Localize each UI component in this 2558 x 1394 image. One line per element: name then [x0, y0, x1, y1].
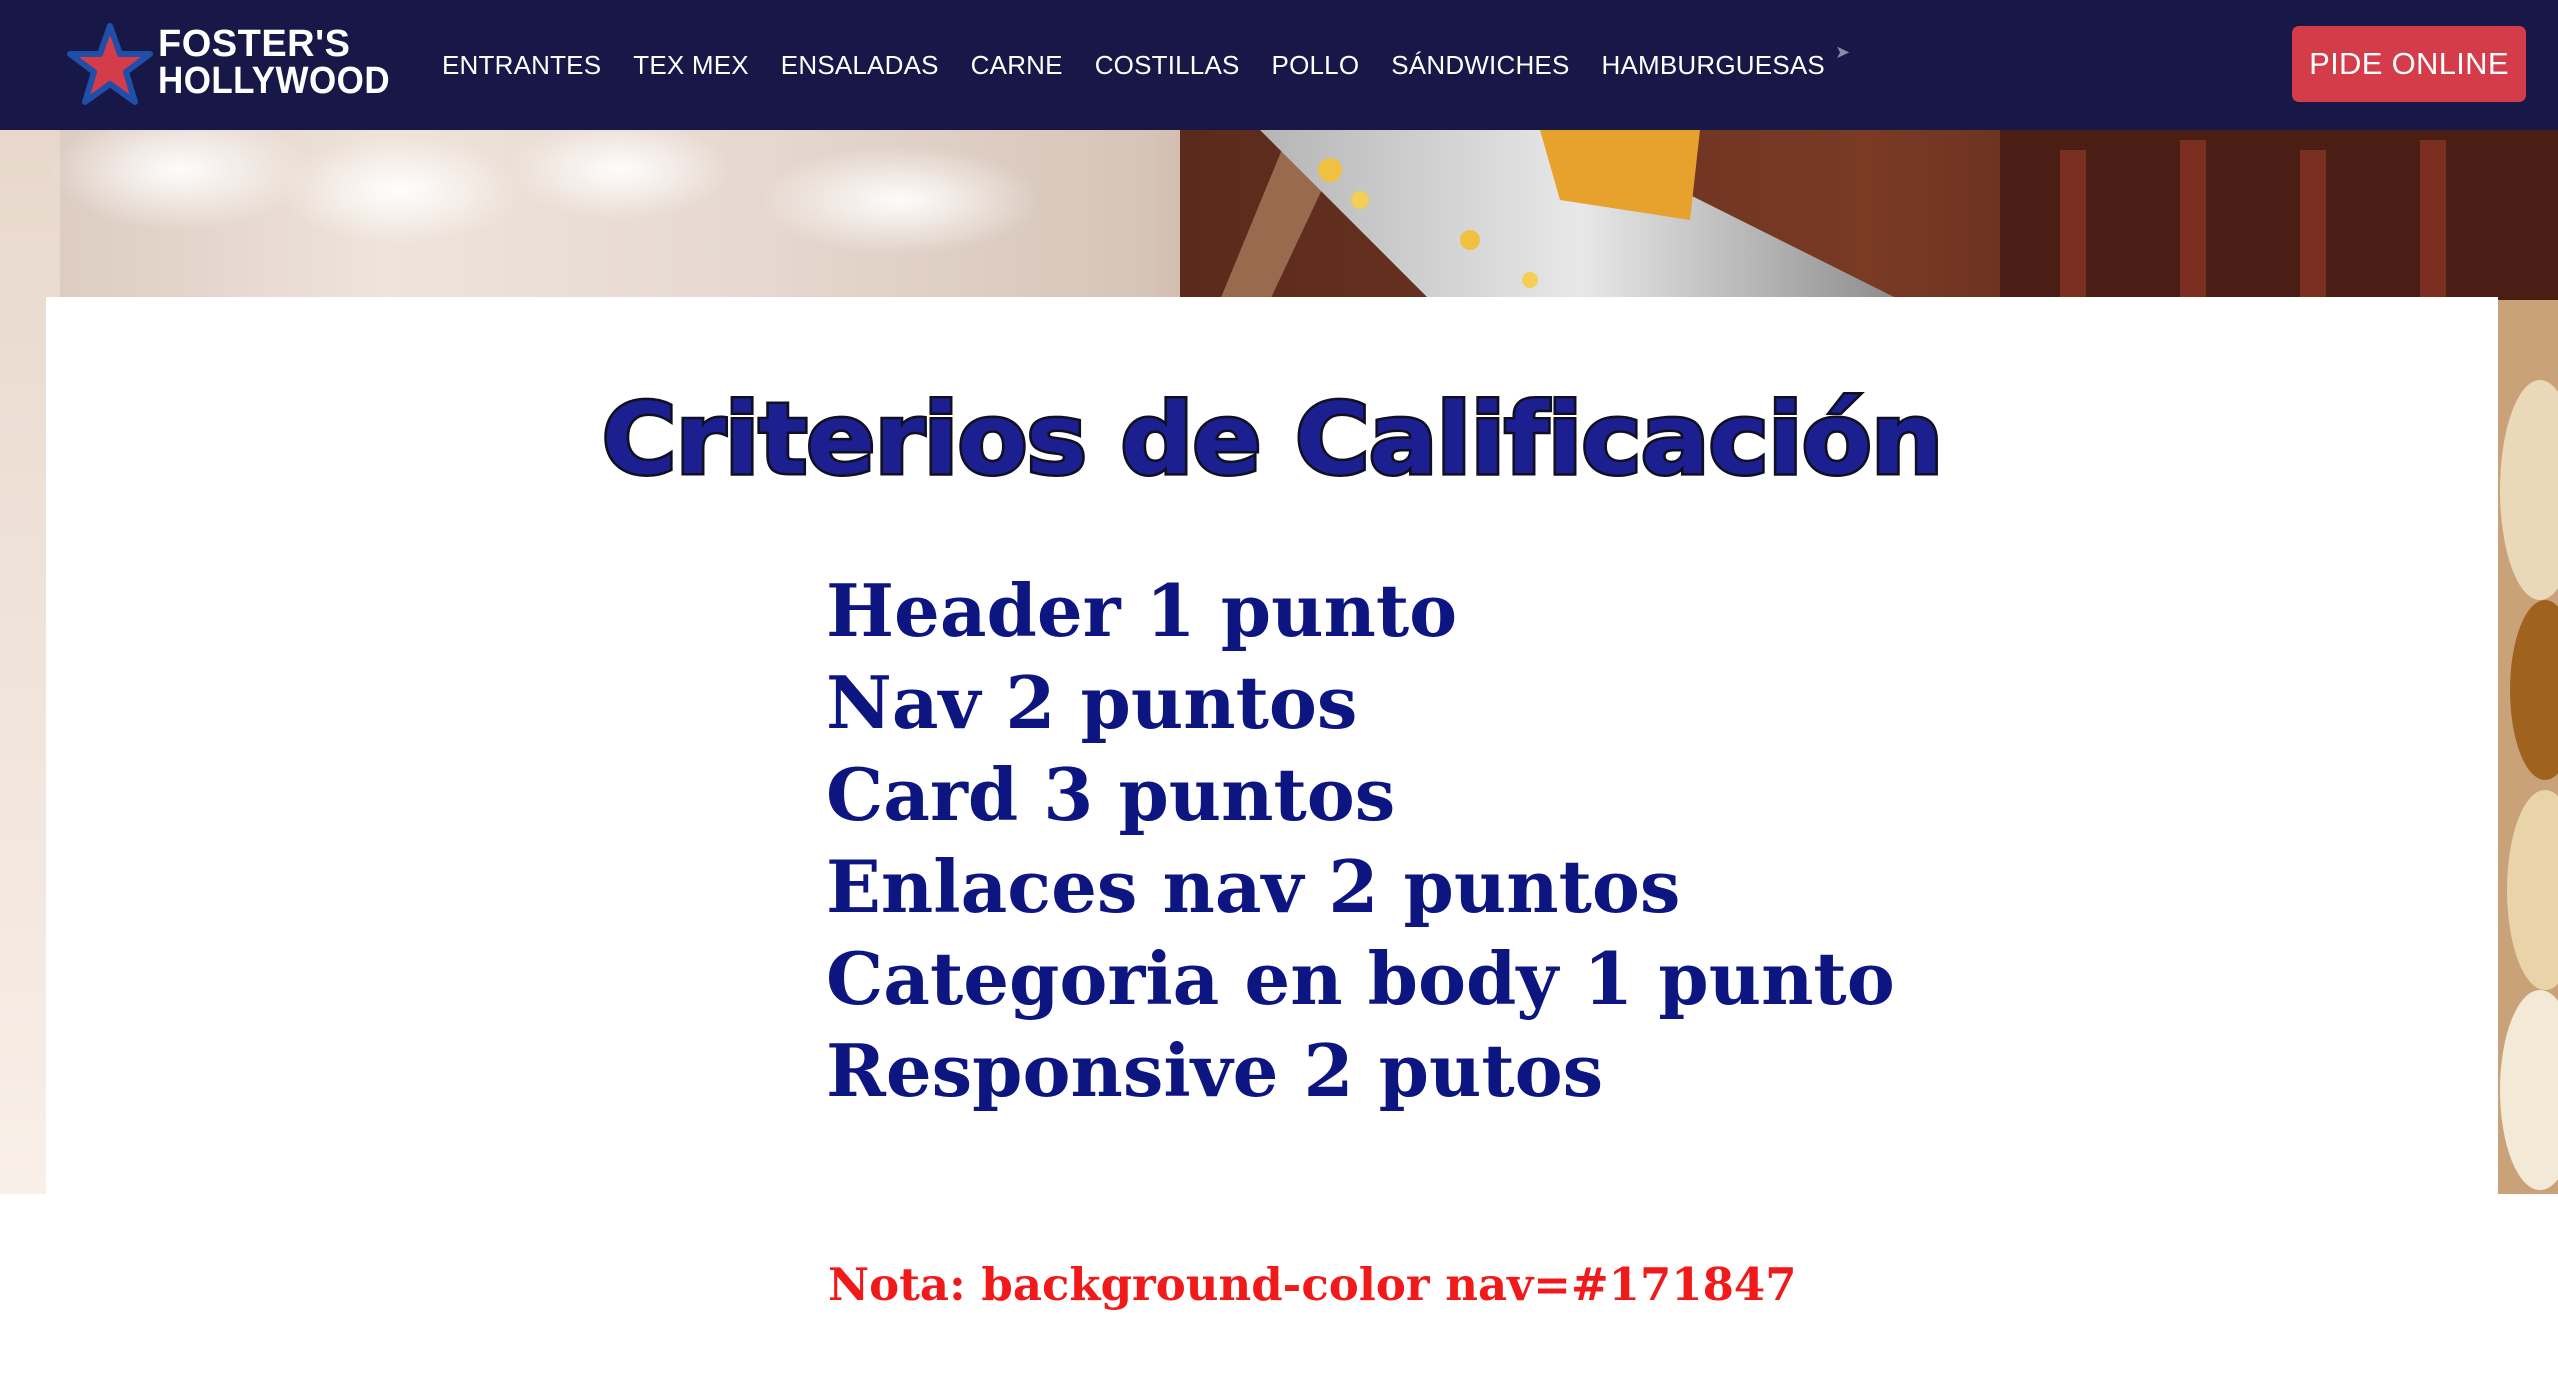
card-title: Criterios de Calificación [599, 381, 1946, 500]
logo-line2: HOLLYWOOD [158, 60, 391, 102]
logo-wordmark: FOSTER'S HOLLYWOOD [158, 23, 410, 102]
criteria-item-category: Categoria en body 1 punto [826, 936, 1895, 1021]
criteria-list: Header 1 punto Nav 2 puntos Card 3 punto… [826, 565, 1895, 1117]
criteria-item-card: Card 3 puntos [826, 752, 1396, 837]
brand-logo[interactable]: FOSTER'S HOLLYWOOD [64, 22, 390, 108]
nav-link-ensaladas[interactable]: ENSALADAS [781, 50, 939, 81]
logo-line1: FOSTER'S [158, 23, 351, 65]
nav-link-costillas[interactable]: COSTILLAS [1095, 50, 1240, 81]
nav-links: ENTRANTES TEX MEX ENSALADAS CARNE COSTIL… [442, 0, 1850, 130]
star-icon [67, 23, 153, 105]
criteria-item-nav: Nav 2 puntos [826, 660, 1358, 745]
footer-note: Nota: background-color nav=#171847 [828, 1258, 1797, 1311]
nav-link-hamburguesas[interactable]: HAMBURGUESAS [1602, 50, 1825, 81]
navbar: FOSTER'S HOLLYWOOD ENTRANTES TEX MEX ENS… [0, 0, 2558, 130]
criteria-item-nav-links: Enlaces nav 2 puntos [826, 844, 1681, 929]
criteria-card: Criterios de Calificación Header 1 punto… [46, 297, 2498, 1195]
nav-link-carne[interactable]: CARNE [971, 50, 1063, 81]
criteria-item-responsive: Responsive 2 putos [826, 1028, 1604, 1113]
mouse-cursor-icon: ➤ [1834, 41, 1851, 62]
nav-link-tex-mex[interactable]: TEX MEX [633, 50, 749, 81]
nav-link-pollo[interactable]: POLLO [1272, 50, 1360, 81]
order-online-button[interactable]: PIDE ONLINE [2292, 26, 2526, 102]
page: FOSTER'S HOLLYWOOD ENTRANTES TEX MEX ENS… [0, 0, 2558, 1394]
nav-link-entrantes[interactable]: ENTRANTES [442, 50, 601, 81]
criteria-item-header: Header 1 punto [826, 568, 1458, 653]
nav-link-sandwiches[interactable]: SÁNDWICHES [1391, 50, 1569, 81]
